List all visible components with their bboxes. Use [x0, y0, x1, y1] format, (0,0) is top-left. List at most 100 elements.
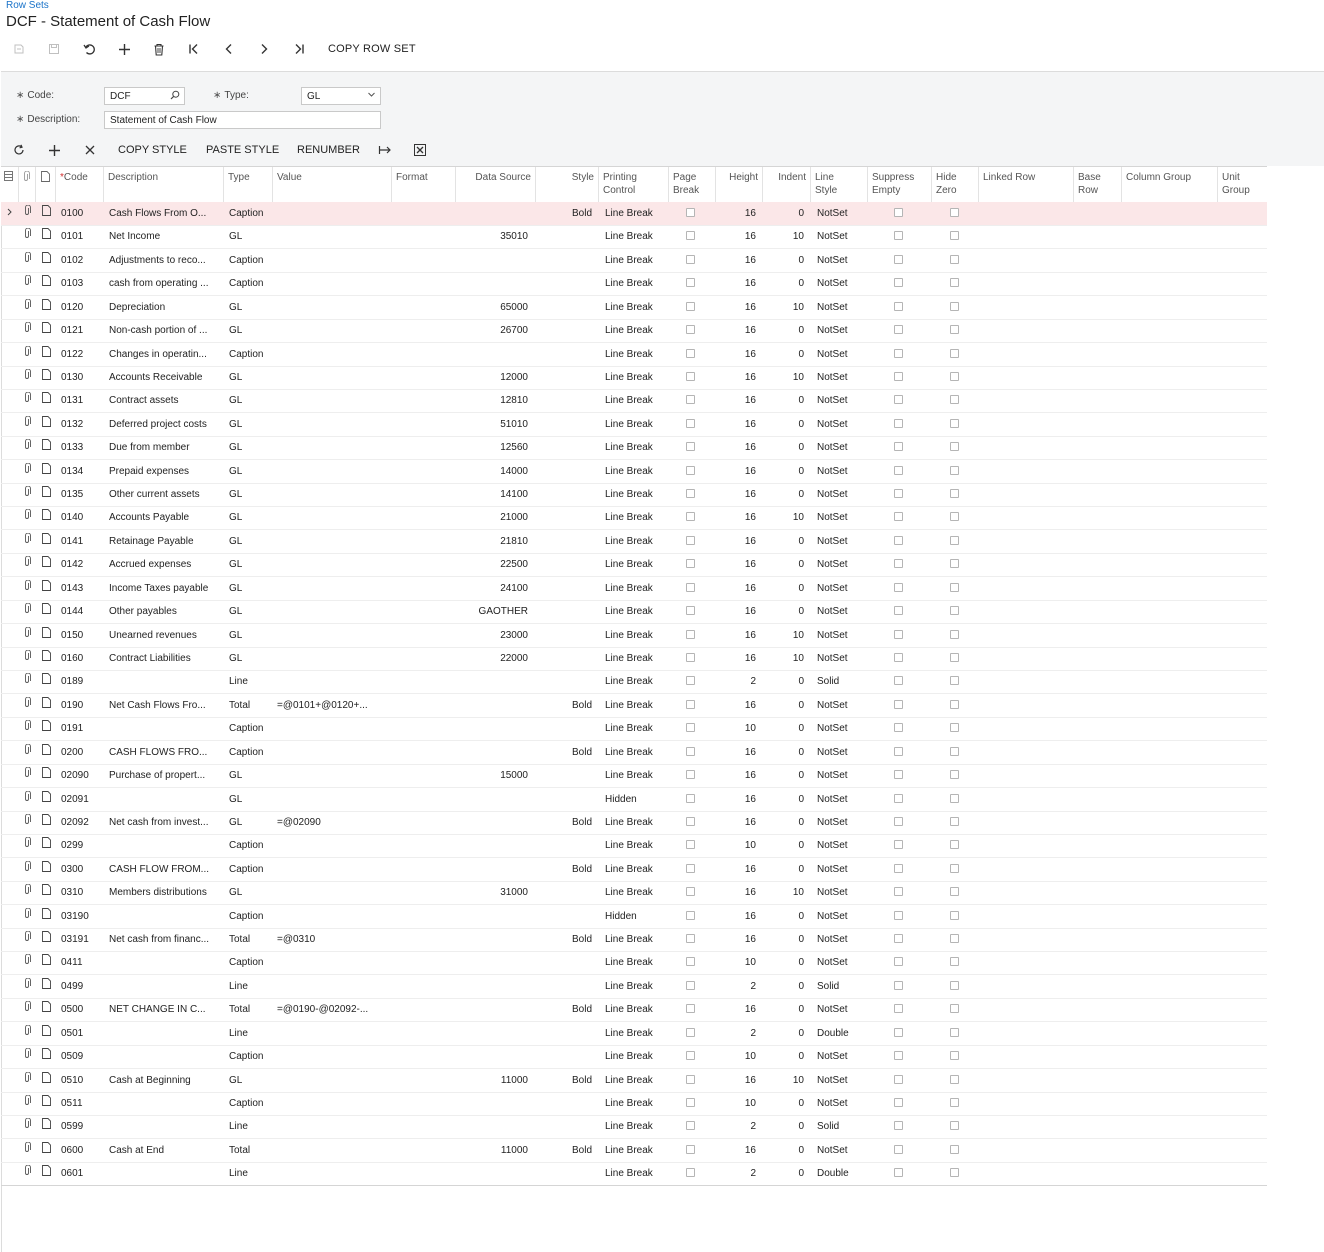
- page-break-checkbox[interactable]: [686, 535, 695, 545]
- page-break-checkbox[interactable]: [686, 980, 695, 990]
- table-row[interactable]: 0300 CASH FLOW FROM... Caption Bold Line Bre…: [1, 858, 1267, 882]
- page-break-checkbox[interactable]: [686, 816, 695, 826]
- cell-value[interactable]: [273, 319, 377, 342]
- cell-style[interactable]: [535, 389, 596, 412]
- cell-code[interactable]: 0509: [57, 1045, 103, 1068]
- suppress-empty-checkbox[interactable]: [894, 489, 903, 499]
- cell-value[interactable]: [273, 1022, 377, 1045]
- attachment-icon[interactable]: [23, 1092, 31, 1115]
- cancel-icon[interactable]: [10, 38, 28, 60]
- cell-data-source[interactable]: [455, 858, 532, 881]
- cell-style[interactable]: [535, 905, 596, 928]
- cell-line-style[interactable]: NotSet: [813, 1069, 867, 1092]
- table-row[interactable]: 0510 Cash at Beginning GL 11000 Bold Line Bre…: [1, 1069, 1267, 1093]
- col-type[interactable]: Type: [223, 167, 272, 202]
- cell-description[interactable]: [105, 1115, 221, 1138]
- note-icon[interactable]: [42, 998, 51, 1021]
- cell-printing-control[interactable]: Line Break: [601, 647, 668, 670]
- cell-indent[interactable]: 0: [762, 1022, 808, 1045]
- suppress-empty-checkbox[interactable]: [894, 301, 903, 311]
- cell-height[interactable]: 16: [715, 530, 760, 553]
- cell-line-style[interactable]: Solid: [813, 975, 867, 998]
- page-break-checkbox[interactable]: [686, 1051, 695, 1061]
- suppress-empty-checkbox[interactable]: [894, 231, 903, 241]
- previous-record-icon[interactable]: [220, 38, 238, 60]
- suppress-empty-checkbox[interactable]: [894, 746, 903, 756]
- cell-description[interactable]: Income Taxes payable: [105, 577, 221, 600]
- cell-style[interactable]: [535, 506, 596, 529]
- cell-format[interactable]: [391, 343, 455, 366]
- cell-data-source[interactable]: [455, 951, 532, 974]
- cell-description[interactable]: [105, 717, 221, 740]
- attachment-icon[interactable]: [23, 319, 31, 342]
- cell-printing-control[interactable]: Line Break: [601, 460, 668, 483]
- cell-printing-control[interactable]: Line Break: [601, 389, 668, 412]
- cell-type[interactable]: GL: [225, 811, 272, 834]
- note-icon[interactable]: [42, 319, 51, 342]
- hide-zero-checkbox[interactable]: [950, 1027, 959, 1037]
- cell-format[interactable]: [391, 670, 455, 693]
- cell-value[interactable]: [273, 764, 377, 787]
- page-break-checkbox[interactable]: [686, 840, 695, 850]
- hide-zero-checkbox[interactable]: [950, 371, 959, 381]
- undo-icon[interactable]: [80, 38, 98, 60]
- note-icon[interactable]: [42, 1115, 51, 1138]
- cell-data-source[interactable]: [455, 928, 532, 951]
- cell-indent[interactable]: 0: [762, 460, 808, 483]
- cell-value[interactable]: [273, 1115, 377, 1138]
- hide-zero-checkbox[interactable]: [950, 629, 959, 639]
- cell-printing-control[interactable]: Line Break: [601, 366, 668, 389]
- page-break-checkbox[interactable]: [686, 254, 695, 264]
- cell-data-source[interactable]: 22500: [455, 553, 532, 576]
- suppress-empty-checkbox[interactable]: [894, 559, 903, 569]
- cell-style[interactable]: [535, 225, 596, 248]
- suppress-empty-checkbox[interactable]: [894, 1121, 903, 1131]
- cell-style[interactable]: Bold: [535, 694, 596, 717]
- cell-style[interactable]: [535, 951, 596, 974]
- cell-description[interactable]: cash from operating ...: [105, 272, 221, 295]
- cell-line-style[interactable]: NotSet: [813, 319, 867, 342]
- cell-printing-control[interactable]: Line Break: [601, 1045, 668, 1068]
- cell-type[interactable]: Caption: [225, 202, 272, 225]
- cell-value[interactable]: [273, 413, 377, 436]
- cell-line-style[interactable]: NotSet: [813, 553, 867, 576]
- note-icon[interactable]: [42, 1139, 51, 1162]
- cell-type[interactable]: GL: [225, 764, 272, 787]
- cell-description[interactable]: Net cash from invest...: [105, 811, 221, 834]
- page-break-checkbox[interactable]: [686, 1074, 695, 1084]
- suppress-empty-checkbox[interactable]: [894, 606, 903, 616]
- note-icon[interactable]: [42, 717, 51, 740]
- cell-description[interactable]: [105, 1022, 221, 1045]
- cell-code[interactable]: 0101: [57, 225, 103, 248]
- attachment-icon[interactable]: [23, 998, 31, 1021]
- page-break-checkbox[interactable]: [686, 1121, 695, 1131]
- page-break-checkbox[interactable]: [686, 465, 695, 475]
- cell-indent[interactable]: 0: [762, 858, 808, 881]
- hide-zero-checkbox[interactable]: [950, 1144, 959, 1154]
- attachment-icon[interactable]: [23, 858, 31, 881]
- cell-printing-control[interactable]: Line Break: [601, 1069, 668, 1092]
- cell-description[interactable]: [105, 1092, 221, 1115]
- page-break-checkbox[interactable]: [686, 793, 695, 803]
- cell-value[interactable]: [273, 1139, 377, 1162]
- cell-indent[interactable]: 0: [762, 717, 808, 740]
- suppress-empty-checkbox[interactable]: [894, 699, 903, 709]
- cell-type[interactable]: Total: [225, 998, 272, 1021]
- cell-printing-control[interactable]: Line Break: [601, 1162, 668, 1185]
- hide-zero-checkbox[interactable]: [950, 442, 959, 452]
- cell-printing-control[interactable]: Line Break: [601, 225, 668, 248]
- cell-style[interactable]: [535, 1115, 596, 1138]
- hide-zero-checkbox[interactable]: [950, 723, 959, 733]
- cell-line-style[interactable]: NotSet: [813, 296, 867, 319]
- cell-code[interactable]: 0510: [57, 1069, 103, 1092]
- cell-code[interactable]: 0411: [57, 951, 103, 974]
- cell-data-source[interactable]: 15000: [455, 764, 532, 787]
- cell-format[interactable]: [391, 436, 455, 459]
- table-row[interactable]: 0130 Accounts Receivable GL 12000 Line Break…: [1, 366, 1267, 390]
- cell-data-source[interactable]: 31000: [455, 881, 532, 904]
- cell-indent[interactable]: 0: [762, 1045, 808, 1068]
- col-column-group[interactable]: Column Group: [1121, 167, 1217, 202]
- cell-code[interactable]: 03191: [57, 928, 103, 951]
- cell-printing-control[interactable]: Line Break: [601, 1022, 668, 1045]
- hide-zero-checkbox[interactable]: [950, 1004, 959, 1014]
